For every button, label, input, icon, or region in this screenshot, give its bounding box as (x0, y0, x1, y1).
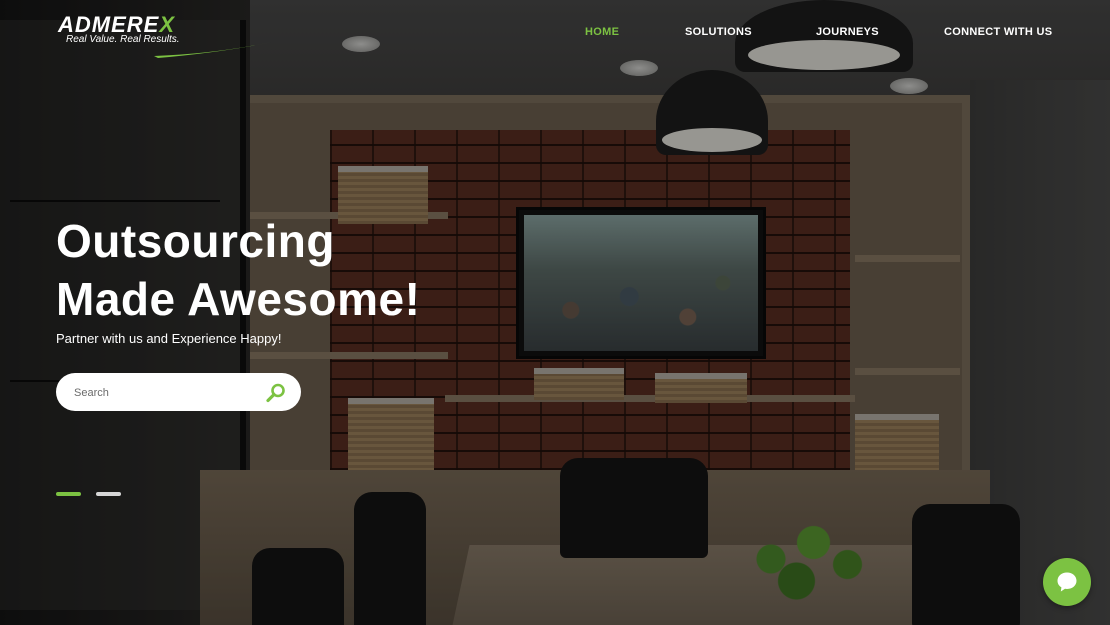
nav-connect-with-us[interactable]: CONNECT WITH US (944, 26, 1052, 42)
search-input[interactable] (72, 382, 256, 404)
carousel-dot-2[interactable] (96, 492, 121, 496)
search-icon[interactable] (265, 382, 287, 404)
nav-journeys[interactable]: JOURNEYS (816, 26, 879, 42)
hero-title: Outsourcing Made Awesome! (56, 212, 420, 328)
nav-solutions[interactable]: SOLUTIONS (685, 26, 752, 42)
chat-button[interactable] (1043, 558, 1091, 606)
logo-swoosh-icon (154, 42, 272, 58)
hero-subtitle: Partner with us and Experience Happy! (56, 331, 282, 346)
carousel-dot-1[interactable] (56, 492, 81, 496)
chat-bubble-icon (1057, 572, 1077, 592)
hero-title-line-2: Made Awesome! (56, 273, 421, 325)
nav-home[interactable]: HOME (585, 26, 619, 42)
search-box (56, 373, 301, 411)
brand-logo[interactable]: ADMEREX Real Value. Real Results. (58, 12, 272, 58)
hero-title-line-1: Outsourcing (56, 215, 335, 267)
